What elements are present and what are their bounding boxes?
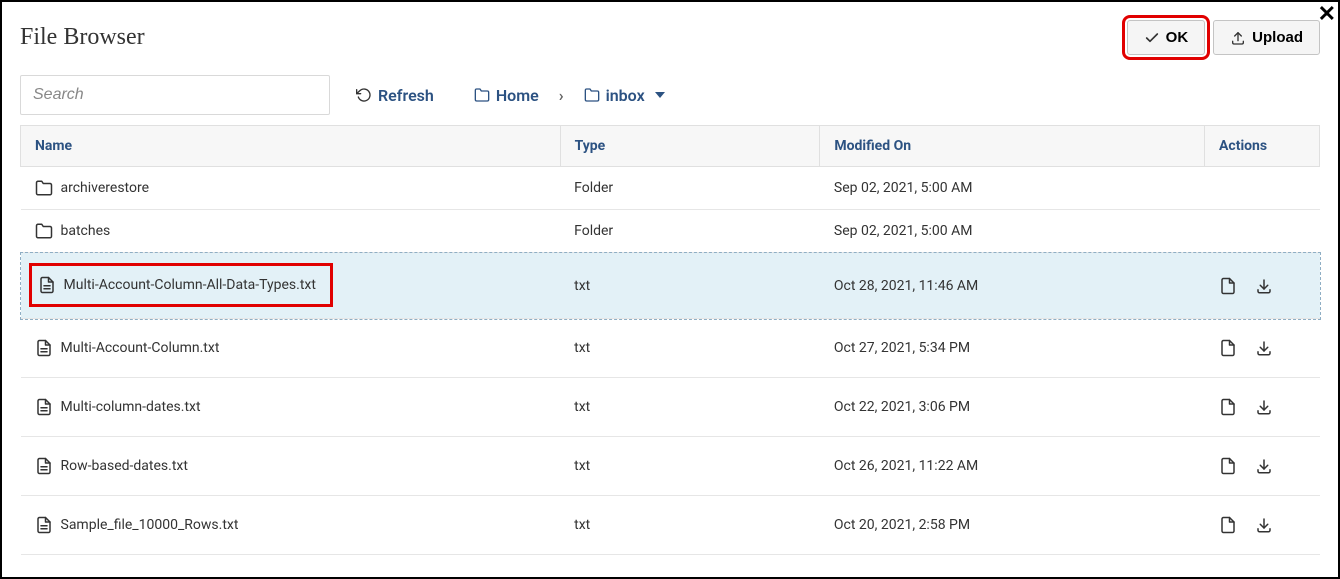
view-file-icon[interactable] bbox=[1219, 516, 1237, 534]
file-modified: Sep 02, 2021, 5:00 AM bbox=[820, 210, 1205, 253]
table-row[interactable]: Multi-Account-Column-All-Data-Types.txt t… bbox=[21, 253, 1320, 319]
upload-button-label: Upload bbox=[1252, 29, 1303, 46]
breadcrumb-chevron-icon: › bbox=[555, 86, 568, 105]
file-table: Name Type Modified On Actions archiveres… bbox=[20, 125, 1320, 555]
file-name: Row-based-dates.txt bbox=[61, 458, 188, 474]
file-icon bbox=[38, 276, 56, 294]
table-row[interactable]: batches FolderSep 02, 2021, 5:00 AM bbox=[21, 210, 1320, 253]
file-modified: Oct 27, 2021, 5:34 PM bbox=[820, 319, 1205, 378]
current-folder-label: inbox bbox=[606, 86, 645, 105]
download-icon[interactable] bbox=[1255, 398, 1273, 416]
file-name: Sample_file_10000_Rows.txt bbox=[61, 517, 239, 533]
file-type: txt bbox=[560, 437, 820, 496]
file-type: txt bbox=[560, 319, 820, 378]
row-actions bbox=[1219, 398, 1306, 416]
table-row[interactable]: Row-based-dates.txt txtOct 26, 2021, 11:2… bbox=[21, 437, 1320, 496]
view-file-icon[interactable] bbox=[1219, 339, 1237, 357]
file-modified: Oct 26, 2021, 11:22 AM bbox=[820, 437, 1205, 496]
row-actions bbox=[1219, 516, 1306, 534]
file-name: archiverestore bbox=[61, 180, 150, 196]
header: File Browser OK Upload bbox=[2, 2, 1338, 65]
file-name: Multi-column-dates.txt bbox=[61, 399, 201, 415]
page-title: File Browser bbox=[20, 24, 145, 51]
ok-button-label: OK bbox=[1166, 29, 1189, 46]
check-icon bbox=[1144, 30, 1160, 46]
header-buttons: OK Upload bbox=[1127, 20, 1320, 55]
home-label: Home bbox=[496, 86, 539, 105]
file-type: txt bbox=[560, 496, 820, 555]
file-icon bbox=[35, 398, 53, 416]
file-name: Multi-Account-Column.txt bbox=[61, 340, 220, 356]
upload-icon bbox=[1230, 30, 1246, 46]
view-file-icon[interactable] bbox=[1219, 398, 1237, 416]
table-row[interactable]: Sample_file_10000_Rows.txt txtOct 20, 202… bbox=[21, 496, 1320, 555]
file-type: txt bbox=[560, 253, 820, 319]
file-name: Multi-Account-Column-All-Data-Types.txt bbox=[64, 277, 316, 293]
upload-button[interactable]: Upload bbox=[1213, 20, 1320, 55]
row-actions bbox=[1219, 277, 1306, 295]
column-header-name[interactable]: Name bbox=[21, 126, 561, 167]
table-row[interactable]: Multi-column-dates.txt txtOct 22, 2021, 3… bbox=[21, 378, 1320, 437]
column-header-modified[interactable]: Modified On bbox=[820, 126, 1205, 167]
file-icon bbox=[35, 339, 53, 357]
folder-icon bbox=[35, 179, 53, 197]
search-input[interactable] bbox=[20, 75, 330, 115]
ok-button[interactable]: OK bbox=[1127, 20, 1206, 55]
folder-icon bbox=[35, 222, 53, 240]
view-file-icon[interactable] bbox=[1219, 277, 1237, 295]
file-name: batches bbox=[61, 223, 111, 239]
breadcrumb-current-folder[interactable]: inbox bbox=[578, 82, 671, 109]
column-header-type[interactable]: Type bbox=[560, 126, 820, 167]
file-icon bbox=[35, 457, 53, 475]
download-icon[interactable] bbox=[1255, 277, 1273, 295]
column-header-actions[interactable]: Actions bbox=[1205, 126, 1320, 167]
file-modified: Oct 22, 2021, 3:06 PM bbox=[820, 378, 1205, 437]
file-modified: Oct 20, 2021, 2:58 PM bbox=[820, 496, 1205, 555]
row-actions bbox=[1219, 339, 1306, 357]
folder-icon bbox=[474, 87, 490, 103]
breadcrumb-home[interactable]: Home bbox=[468, 82, 545, 109]
refresh-label: Refresh bbox=[378, 86, 434, 105]
row-actions bbox=[1219, 457, 1306, 475]
refresh-icon bbox=[356, 87, 372, 103]
file-icon bbox=[35, 516, 53, 534]
table-row[interactable]: Multi-Account-Column.txt txtOct 27, 2021,… bbox=[21, 319, 1320, 378]
download-icon[interactable] bbox=[1255, 339, 1273, 357]
file-type: Folder bbox=[560, 167, 820, 210]
refresh-button[interactable]: Refresh bbox=[350, 82, 440, 109]
folder-icon bbox=[584, 87, 600, 103]
close-icon[interactable]: ✕ bbox=[1318, 2, 1336, 27]
view-file-icon[interactable] bbox=[1219, 457, 1237, 475]
download-icon[interactable] bbox=[1255, 457, 1273, 475]
download-icon[interactable] bbox=[1255, 516, 1273, 534]
table-row[interactable]: archiverestore FolderSep 02, 2021, 5:00 A… bbox=[21, 167, 1320, 210]
file-modified: Sep 02, 2021, 5:00 AM bbox=[820, 167, 1205, 210]
file-type: txt bbox=[560, 378, 820, 437]
dropdown-caret-icon bbox=[655, 92, 665, 98]
file-modified: Oct 28, 2021, 11:46 AM bbox=[820, 253, 1205, 319]
file-type: Folder bbox=[560, 210, 820, 253]
toolbar: Refresh Home › inbox bbox=[2, 65, 1338, 125]
